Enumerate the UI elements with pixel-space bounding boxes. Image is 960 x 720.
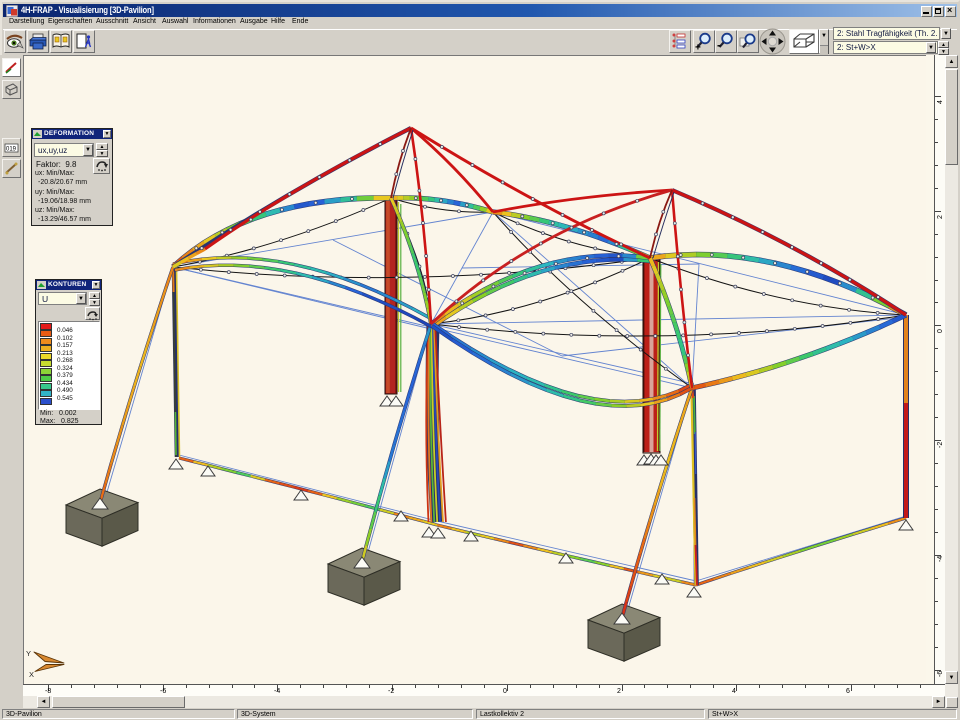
svg-text:019: 019 bbox=[6, 147, 17, 153]
svg-text:Y: Y bbox=[26, 649, 31, 658]
svg-text:+: + bbox=[695, 43, 701, 53]
svg-text:-: - bbox=[717, 38, 721, 52]
svg-text:X: X bbox=[29, 670, 34, 679]
